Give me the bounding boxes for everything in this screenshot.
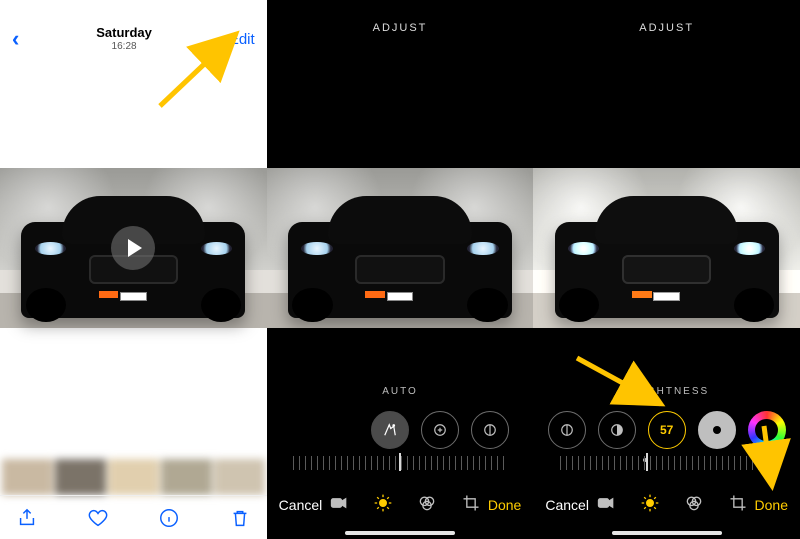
- editor-title: ADJUST: [533, 0, 800, 56]
- info-icon[interactable]: [158, 507, 180, 529]
- mode-video-icon[interactable]: [596, 493, 616, 518]
- value-slider[interactable]: [293, 456, 506, 470]
- dial-brilliance-icon[interactable]: [548, 411, 586, 449]
- preview-image[interactable]: [533, 168, 800, 328]
- cancel-button[interactable]: Cancel: [545, 497, 589, 513]
- done-button[interactable]: Done: [488, 497, 521, 513]
- mode-filters-icon[interactable]: [417, 493, 437, 518]
- mode-video-icon[interactable]: [329, 493, 349, 518]
- editor-bottom-bar: Cancel Done: [267, 485, 534, 525]
- title-day: Saturday: [96, 26, 152, 40]
- editor-screen-brightness: ADJUST BRIGHTNESS 57: [533, 0, 800, 539]
- adjust-dials[interactable]: 57: [533, 406, 800, 454]
- editor-screen-auto: ADJUST AUTO C: [267, 0, 534, 539]
- title-time: 16:28: [96, 41, 152, 52]
- page-title: Saturday 16:28: [96, 26, 152, 51]
- done-button[interactable]: Done: [755, 497, 788, 513]
- dial-auto-icon[interactable]: [371, 411, 409, 449]
- photos-viewer-screen: ‹ Saturday 16:28 Edit: [0, 0, 267, 539]
- dial-brightness-value[interactable]: 57: [648, 411, 686, 449]
- mode-crop-icon[interactable]: [461, 493, 481, 518]
- mode-adjust-icon[interactable]: [373, 493, 393, 518]
- adjust-name: AUTO: [267, 386, 534, 397]
- share-icon[interactable]: [16, 507, 38, 529]
- preview-image[interactable]: [267, 168, 534, 328]
- dial-highlights-icon[interactable]: [598, 411, 636, 449]
- mode-filters-icon[interactable]: [684, 493, 704, 518]
- adjust-dials[interactable]: [267, 406, 534, 454]
- mode-adjust-icon[interactable]: [640, 493, 660, 518]
- play-icon[interactable]: [111, 226, 155, 270]
- editor-bottom-bar: Cancel Done: [533, 485, 800, 525]
- filmstrip-thumbnails[interactable]: [0, 459, 267, 495]
- dial-brilliance-icon[interactable]: [471, 411, 509, 449]
- bottom-toolbar: [0, 495, 267, 539]
- editor-title: ADJUST: [267, 0, 534, 56]
- cancel-button[interactable]: Cancel: [279, 497, 323, 513]
- dial-exposure-icon[interactable]: [421, 411, 459, 449]
- navbar: ‹ Saturday 16:28 Edit: [0, 22, 267, 56]
- value-slider[interactable]: [560, 456, 773, 470]
- dial-saturation-icon[interactable]: [748, 411, 786, 449]
- trash-icon[interactable]: [229, 507, 251, 529]
- favorite-heart-icon[interactable]: [87, 507, 109, 529]
- edit-button[interactable]: Edit: [229, 31, 255, 48]
- mode-crop-icon[interactable]: [728, 493, 748, 518]
- video-preview[interactable]: [0, 168, 267, 328]
- home-indicator: [345, 531, 455, 535]
- adjust-name: BRIGHTNESS: [533, 386, 800, 397]
- home-indicator: [612, 531, 722, 535]
- dial-blackpoint-icon[interactable]: [698, 411, 736, 449]
- back-chevron-icon[interactable]: ‹: [12, 28, 19, 50]
